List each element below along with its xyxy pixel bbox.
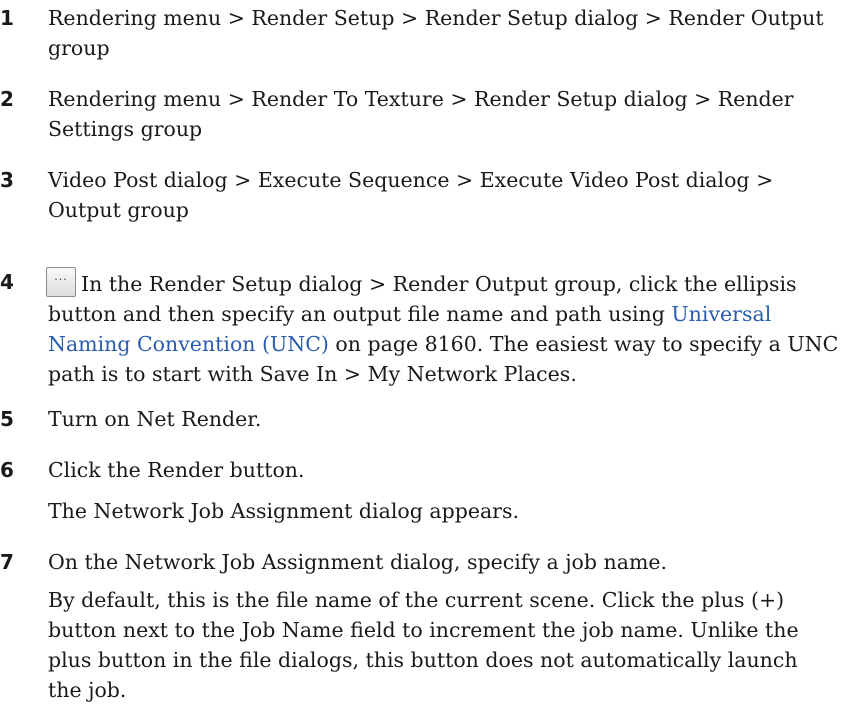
- step-note-line: the job.: [48, 678, 127, 702]
- step-number: 7: [0, 550, 14, 574]
- step-note-line: By default, this is the file name of the…: [48, 588, 785, 612]
- step-text-line: On the Network Job Assignment dialog, sp…: [48, 550, 668, 574]
- unc-link-continued[interactable]: Naming Convention (UNC): [48, 332, 329, 356]
- step-text: Rendering menu > Render Setup > Render S…: [48, 3, 848, 63]
- step-text: Turn on Net Render.: [48, 404, 848, 434]
- step-note-line: button next to the Job Name field to inc…: [48, 618, 799, 642]
- step-number: 3: [0, 168, 14, 192]
- step-text-segment: on page 8160. The easiest way to specify…: [328, 332, 839, 356]
- step-text-line: path is to start with Save In > My Netwo…: [48, 362, 577, 386]
- step-text: Click the Render button. The Network Job…: [48, 455, 848, 526]
- ellipsis-button-icon: ...: [46, 267, 76, 297]
- step-text-line: button and then specify an output file n…: [48, 299, 848, 329]
- step-text-line: group: [48, 36, 110, 60]
- step-text-segment: In the Render Setup dialog > Render Outp…: [81, 272, 797, 296]
- step-number: 4: [0, 270, 14, 294]
- step-number: 1: [0, 6, 14, 30]
- step-text-line: Rendering menu > Render To Texture > Ren…: [48, 87, 794, 111]
- step-text-line: Click the Render button.: [48, 458, 305, 482]
- step-text-line: ... In the Render Setup dialog > Render O…: [46, 267, 848, 299]
- step-text-line: Rendering menu > Render Setup > Render S…: [48, 6, 824, 30]
- ellipsis-glyph: ...: [54, 270, 68, 283]
- step-text: ... In the Render Setup dialog > Render O…: [46, 267, 848, 389]
- step-note-line: plus button in the file dialogs, this bu…: [48, 648, 798, 672]
- step-number: 2: [0, 87, 14, 111]
- unc-link[interactable]: Universal: [671, 302, 771, 326]
- step-text-line: Video Post dialog > Execute Sequence > E…: [48, 168, 774, 192]
- step-number: 5: [0, 407, 14, 431]
- step-text-segment: button and then specify an output file n…: [48, 302, 672, 326]
- step-text-line: Turn on Net Render.: [48, 407, 262, 431]
- step-text: Rendering menu > Render To Texture > Ren…: [48, 84, 848, 144]
- step-text: On the Network Job Assignment dialog, sp…: [48, 547, 848, 705]
- step-text-line: Output group: [48, 198, 189, 222]
- step-text: Video Post dialog > Execute Sequence > E…: [48, 165, 848, 225]
- step-note: By default, this is the file name of the…: [48, 585, 848, 705]
- step-number: 6: [0, 458, 14, 482]
- step-text-line: Settings group: [48, 117, 203, 141]
- step-text-line: Naming Convention (UNC) on page 8160. Th…: [48, 329, 848, 359]
- step-note: The Network Job Assignment dialog appear…: [48, 499, 520, 523]
